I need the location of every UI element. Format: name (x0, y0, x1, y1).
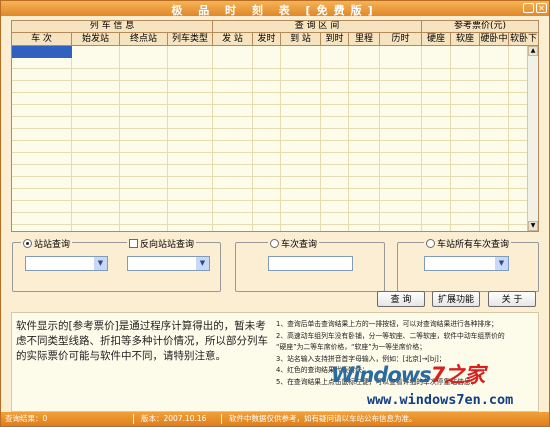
train-query-text: 车次查询 (281, 240, 318, 250)
chevron-down-icon[interactable]: ▼ (196, 257, 209, 270)
column-divider (71, 46, 72, 231)
column-divider (280, 46, 281, 231)
watermark-url: www.windows7en.com (367, 392, 514, 408)
status-divider (221, 414, 222, 424)
column-divider (320, 46, 321, 231)
col-depart-time[interactable]: 发时 (253, 33, 281, 46)
col-terminal[interactable]: 终点站 (120, 33, 168, 46)
station-query-group: 站站查询 反向站站查询 ▼ ▼ (12, 237, 221, 292)
group-header-reference-price: 参考票价(元) (422, 21, 538, 33)
column-divider (479, 46, 480, 231)
results-table[interactable]: 列 车 信 息 查 询 区 间 参考票价(元) 车 次 始发站 终点站 列车类型… (11, 20, 539, 232)
tip-item: “硬座”为二等车席价格，“软座”为一等坐席价格； (276, 343, 427, 351)
train-query-radio[interactable] (270, 239, 279, 248)
group-header-query-range: 查 询 区 间 (213, 21, 422, 33)
watermark: Windows7之家 www.windows7en.com (331, 359, 531, 417)
from-station-select[interactable]: ▼ (25, 256, 108, 271)
station-query-label: 站站查询 (21, 237, 73, 250)
to-station-select[interactable]: ▼ (127, 256, 210, 271)
reverse-query-label: 反向站站查询 (127, 237, 197, 250)
column-divider (167, 46, 168, 231)
chevron-down-icon[interactable]: ▼ (495, 257, 508, 270)
col-distance[interactable]: 里程 (349, 33, 380, 46)
train-number-input[interactable] (268, 256, 353, 271)
col-origin[interactable]: 始发站 (72, 33, 120, 46)
train-query-label: 车次查询 (268, 237, 320, 250)
main-window: 极 品 时 刻 表 [免费版] _ ✕ 列 车 信 息 查 询 区 间 参考票价… (0, 0, 550, 427)
watermark-logo: Windows7之家 (331, 363, 485, 387)
status-divider (133, 414, 134, 424)
scroll-up-icon[interactable]: ▲ (528, 46, 538, 56)
col-train-no[interactable]: 车 次 (12, 33, 72, 46)
result-count: 查询结果：0 (5, 414, 48, 423)
all-trains-station-select[interactable]: ▼ (424, 256, 509, 271)
disclaimer-text: 软件中数据仅供参考，如有疑问请以车站公布信息为准。 (229, 414, 417, 423)
selected-row-indicator (12, 46, 72, 58)
query-button[interactable]: 查 询 (377, 291, 425, 307)
tip-item: 2、高速动车组列车没有卧铺，分一等软座、二等软座，软件中动车组票价的 (276, 331, 505, 340)
col-hard-sleeper-middle[interactable]: 硬卧中 (480, 33, 509, 46)
tip-item: 1、查询后单击查询结果上方的一排按钮，可以对查询结果进行各种排序； (276, 320, 498, 328)
column-divider (348, 46, 349, 231)
col-duration[interactable]: 历时 (380, 33, 422, 46)
all-trains-group: 车站所有车次查询 ▼ (397, 237, 539, 292)
close-icon[interactable]: ✕ (536, 3, 547, 13)
col-train-type[interactable]: 列车类型 (168, 33, 213, 46)
all-trains-radio[interactable] (426, 239, 435, 248)
station-query-radio[interactable] (23, 239, 32, 248)
title-bar: 极 品 时 刻 表 [免费版] _ ✕ (1, 1, 549, 17)
extend-button[interactable]: 扩展功能 (432, 291, 480, 307)
minimize-icon[interactable]: _ (523, 3, 534, 13)
all-trains-label: 车站所有车次查询 (424, 237, 512, 250)
window-title: 极 品 时 刻 表 [免费版] (171, 4, 379, 17)
vertical-scrollbar[interactable]: ▲ ▼ (527, 46, 538, 231)
station-query-text: 站站查询 (34, 240, 71, 250)
about-button[interactable]: 关 于 (488, 291, 536, 307)
reverse-query-checkbox[interactable] (129, 239, 138, 248)
col-arrive-station[interactable]: 到 站 (281, 33, 321, 46)
chevron-down-icon[interactable]: ▼ (94, 257, 107, 270)
col-depart-station[interactable]: 发 站 (213, 33, 253, 46)
column-divider (252, 46, 253, 231)
column-divider (212, 46, 213, 231)
col-soft-seat[interactable]: 软座 (451, 33, 480, 46)
all-trains-text: 车站所有车次查询 (437, 240, 510, 250)
reverse-query-text: 反向站站查询 (140, 240, 195, 250)
train-query-group: 车次查询 (235, 237, 385, 292)
price-notice: 软件显示的[参考票价]是通过程序计算得出的，暂未考虑不同类型线路、折扣等多种计价… (16, 320, 268, 362)
column-divider (119, 46, 120, 231)
scroll-down-icon[interactable]: ▼ (528, 221, 538, 231)
column-divider (421, 46, 422, 231)
col-soft-sleeper-lower[interactable]: 软卧下 (509, 33, 538, 46)
col-arrive-time[interactable]: 到时 (321, 33, 349, 46)
column-divider (450, 46, 451, 231)
group-header-train-info: 列 车 信 息 (12, 21, 213, 33)
column-divider (508, 46, 509, 231)
column-divider (379, 46, 380, 231)
status-bar: 查询结果：0 版本：2007.10.16 软件中数据仅供参考，如有疑问请以车站公… (1, 412, 549, 426)
version-text: 版本：2007.10.16 (141, 414, 207, 423)
col-hard-seat[interactable]: 硬座 (422, 33, 451, 46)
